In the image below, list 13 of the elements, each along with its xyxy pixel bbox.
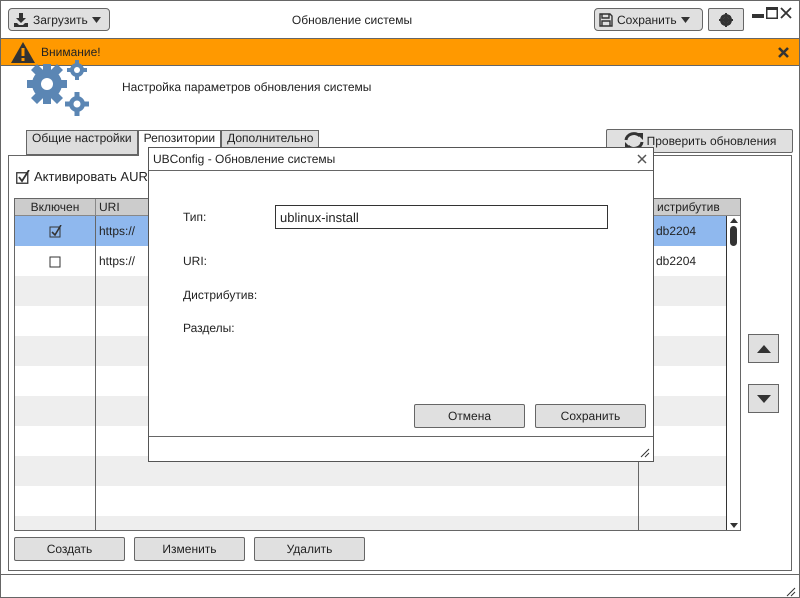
field-label: Дистрибутив: — [183, 287, 258, 304]
column-header: Включен — [15, 199, 96, 215]
window-title: Обновление системы — [290, 12, 414, 28]
header-text: Настройка параметров обновления системы — [122, 79, 372, 96]
column-header: истрибутив — [656, 199, 721, 215]
field-label: URI: — [183, 253, 208, 270]
checkbox-label: Активировать AUR — [34, 168, 148, 186]
field-label: Разделы: — [183, 320, 236, 337]
warning-text: Внимание! — [41, 44, 102, 61]
table-cell-text: https:// — [99, 223, 136, 240]
table-cell-text: db2204 — [656, 223, 696, 240]
table-cell-text: https:// — [99, 253, 136, 270]
table-cell-text: db2204 — [656, 253, 696, 270]
